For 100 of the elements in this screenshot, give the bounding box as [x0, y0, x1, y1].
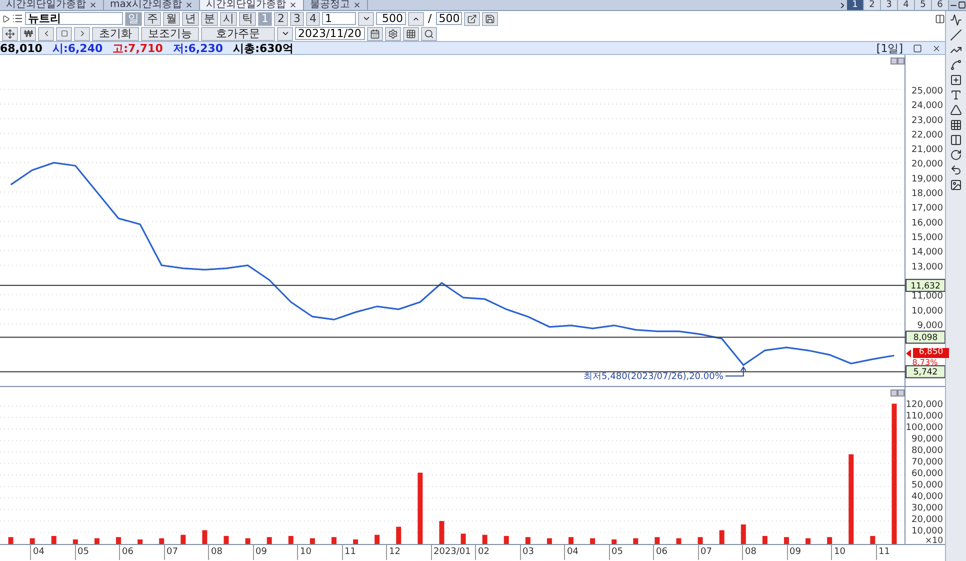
stop-icon[interactable]	[60, 30, 68, 37]
caret-icon	[362, 14, 370, 23]
volume-bar	[94, 538, 100, 544]
undo-icon[interactable]	[950, 164, 962, 176]
volume-bar	[612, 539, 617, 544]
trend-line-icon[interactable]	[950, 44, 962, 56]
triangle-icon[interactable]	[950, 104, 962, 116]
grid-icon[interactable]	[406, 28, 416, 38]
period-tab[interactable]: 틱	[239, 12, 256, 26]
volume-bar	[827, 537, 832, 544]
axis-tick-label: 08	[745, 547, 756, 558]
toolbar-button[interactable]: 초기화	[92, 26, 139, 40]
image-icon[interactable]	[950, 179, 962, 191]
axis-tick-label: 07	[166, 547, 178, 558]
dropdown-button[interactable]	[358, 12, 374, 26]
panel-toggle-icon[interactable]	[935, 14, 945, 24]
crosshair-button[interactable]	[2, 26, 18, 40]
spinner-button[interactable]	[408, 12, 424, 26]
volume-bar	[525, 537, 530, 544]
pulse-line-icon[interactable]	[950, 14, 962, 26]
rotate-icon[interactable]	[950, 149, 962, 161]
page-tab[interactable]: 6	[932, 0, 949, 10]
date-field[interactable]: 2023/11/20	[295, 27, 365, 40]
page-tab[interactable]: 4	[898, 0, 915, 10]
axis-tick-label: 10	[300, 547, 312, 558]
chart-slot-tab[interactable]: 4	[306, 12, 320, 26]
period-tab[interactable]: 주	[144, 12, 161, 26]
axis-tick-label: 03	[522, 547, 534, 558]
chart-slot-tab[interactable]: 3	[290, 12, 304, 26]
axis-tick-label: 19,000	[912, 174, 943, 184]
stop-button[interactable]	[56, 26, 72, 40]
caret-icon	[280, 29, 290, 38]
axis-tick-label: 06	[122, 547, 134, 558]
page-tab[interactable]: 2	[864, 0, 881, 10]
grid-button[interactable]	[403, 26, 419, 40]
columns-icon[interactable]	[950, 134, 962, 146]
volume-bar	[654, 537, 660, 544]
text-icon[interactable]	[950, 89, 962, 101]
axis-tick-label: 11	[344, 547, 356, 558]
volume-bar	[546, 538, 552, 544]
volume-bar	[740, 524, 746, 544]
grid-icon[interactable]	[950, 119, 962, 131]
popout-icon[interactable]	[466, 14, 477, 24]
settings-button[interactable]	[385, 26, 401, 40]
period-tab[interactable]: 시	[220, 12, 237, 26]
axis-tick-label: 100,000	[906, 422, 943, 433]
total-field[interactable]: 500	[436, 12, 462, 25]
move-icon[interactable]	[5, 28, 15, 38]
axis-tick-label: 10	[834, 547, 846, 558]
search-button[interactable]	[421, 26, 437, 40]
quote-text: 68,010	[0, 42, 42, 54]
period-label: [1일]	[876, 42, 903, 54]
axis-tick-label: 09	[790, 547, 801, 558]
chart-slot-tab[interactable]: 2	[274, 12, 288, 26]
period-tab[interactable]: 년	[182, 12, 199, 26]
settings-icon[interactable]	[388, 28, 398, 38]
calendar-icon[interactable]	[370, 28, 380, 38]
volume-bar	[762, 536, 768, 544]
popout-button[interactable]	[464, 12, 480, 26]
toolbar-button[interactable]: 보조기능	[141, 26, 199, 40]
volume-bar	[719, 530, 724, 544]
volume-bar	[224, 536, 229, 544]
axis-tick-label: 20,000	[912, 515, 943, 525]
page-tab[interactable]: 1	[847, 0, 864, 10]
count-field[interactable]: 500	[376, 12, 406, 25]
won-button[interactable]	[20, 26, 36, 40]
axis-tick-label: 06	[656, 547, 668, 558]
volume-bar	[245, 538, 250, 544]
restore-icon[interactable]	[913, 44, 922, 52]
next-button[interactable]	[74, 26, 90, 40]
curve-icon[interactable]	[950, 59, 962, 71]
page-tab[interactable]: 3	[881, 0, 898, 10]
volume-bar	[806, 538, 811, 544]
axis-tick-label: 16,000	[912, 218, 943, 228]
symbol-field[interactable]: 뉴트리	[25, 12, 123, 25]
chevron-right-icon[interactable]	[838, 0, 847, 10]
period-tab[interactable]: 월	[163, 12, 180, 26]
play-icon[interactable]	[2, 14, 10, 22]
diagonal-line-icon[interactable]	[950, 29, 962, 41]
volume-bar	[698, 537, 703, 544]
list-icon[interactable]	[12, 13, 23, 24]
search-icon[interactable]	[424, 28, 434, 38]
volume-bar	[353, 539, 358, 544]
axis-tick-label: 20,000	[912, 160, 943, 170]
volume-bar	[266, 537, 272, 544]
axis-tick-label: 2023/01	[434, 547, 471, 558]
period-tab[interactable]: 분	[201, 12, 218, 26]
axis-tick-label: 10,000	[912, 306, 943, 316]
previous-button[interactable]	[38, 26, 54, 40]
interval-field[interactable]: 1	[322, 12, 356, 25]
save-icon[interactable]	[484, 14, 495, 24]
plus-box-icon[interactable]	[950, 74, 962, 86]
axis-tick-label: 14,000	[912, 248, 943, 258]
maximize-icon[interactable]	[958, 1, 966, 9]
calendar-button[interactable]	[367, 26, 383, 40]
dropdown-button[interactable]	[277, 26, 293, 40]
page-tab[interactable]: 5	[915, 0, 932, 10]
volume-bar	[676, 538, 682, 544]
save-button[interactable]	[482, 12, 498, 26]
order-button[interactable]: 호가주문	[201, 26, 275, 40]
